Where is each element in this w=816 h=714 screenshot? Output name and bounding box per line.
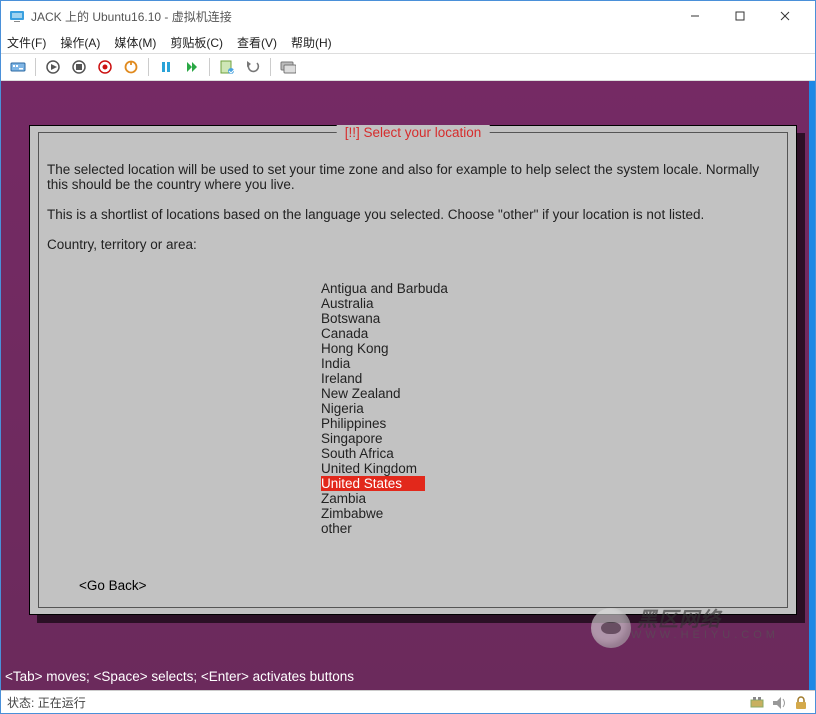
location-option[interactable]: Zimbabwe <box>321 506 779 521</box>
menu-clip[interactable]: 剪贴板(C) <box>170 34 223 51</box>
nic-icon <box>749 695 765 711</box>
location-option[interactable]: other <box>321 521 779 536</box>
location-option[interactable]: New Zealand <box>321 386 779 401</box>
menu-view[interactable]: 查看(V) <box>237 34 277 51</box>
location-option[interactable]: Ireland <box>321 371 779 386</box>
location-option[interactable]: Nigeria <box>321 401 779 416</box>
installer-dialog: [!!] Select your location The selected l… <box>29 125 797 615</box>
menu-action[interactable]: 操作(A) <box>60 34 100 51</box>
dialog-prompt: Country, territory or area: <box>47 237 197 252</box>
menu-help[interactable]: 帮助(H) <box>291 34 332 51</box>
dialog-para1: The selected location will be used to se… <box>47 162 763 192</box>
dialog-para2: This is a shortlist of locations based o… <box>47 207 704 222</box>
location-option[interactable]: United States <box>321 476 779 491</box>
turnoff-button[interactable] <box>68 56 90 78</box>
location-option[interactable]: United Kingdom <box>321 461 779 476</box>
location-option[interactable]: Australia <box>321 296 779 311</box>
close-button[interactable] <box>762 1 807 31</box>
menubar: 文件(F) 操作(A) 媒体(M) 剪贴板(C) 查看(V) 帮助(H) <box>1 31 815 53</box>
save-button[interactable] <box>120 56 142 78</box>
checkpoint-button[interactable] <box>216 56 238 78</box>
go-back-button[interactable]: <Go Back> <box>79 578 147 593</box>
location-option[interactable]: Antigua and Barbuda <box>321 281 779 296</box>
menu-media[interactable]: 媒体(M) <box>114 34 156 51</box>
location-option[interactable]: Hong Kong <box>321 341 779 356</box>
location-option[interactable]: Botswana <box>321 311 779 326</box>
reset-button[interactable] <box>181 56 203 78</box>
host-edge <box>809 81 815 690</box>
location-option[interactable]: India <box>321 356 779 371</box>
maximize-button[interactable] <box>717 1 762 31</box>
menu-file[interactable]: 文件(F) <box>7 34 46 51</box>
location-list[interactable]: Antigua and BarbudaAustraliaBotswanaCana… <box>321 281 779 536</box>
lock-icon <box>793 695 809 711</box>
minimize-button[interactable] <box>672 1 717 31</box>
enhanced-session-button[interactable] <box>277 56 299 78</box>
location-option[interactable]: Zambia <box>321 491 779 506</box>
location-option[interactable]: South Africa <box>321 446 779 461</box>
dialog-body: The selected location will be used to se… <box>47 147 779 566</box>
speaker-icon <box>771 695 787 711</box>
ctrl-alt-del-button[interactable] <box>7 56 29 78</box>
watermark-text: 黑区网络 <box>637 613 779 628</box>
window-title: JACK 上的 Ubuntu16.10 - 虚拟机连接 <box>31 8 232 25</box>
tui-hint: <Tab> moves; <Space> selects; <Enter> ac… <box>5 669 354 684</box>
pause-button[interactable] <box>155 56 177 78</box>
watermark-sub: WWW.HEIYU.COM <box>631 628 779 643</box>
status-value: 正在运行 <box>38 694 86 711</box>
statusbar: 状态: 正在运行 <box>1 690 815 714</box>
app-icon <box>9 8 25 24</box>
vm-display[interactable]: [!!] Select your location The selected l… <box>1 81 815 690</box>
location-option[interactable]: Canada <box>321 326 779 341</box>
status-label: 状态: <box>7 694 34 711</box>
watermark-logo: 黑区网络 WWW.HEIYU.COM <box>591 608 801 648</box>
location-option[interactable]: Singapore <box>321 431 779 446</box>
window-titlebar: JACK 上的 Ubuntu16.10 - 虚拟机连接 <box>1 1 815 31</box>
revert-button[interactable] <box>242 56 264 78</box>
location-option[interactable]: Philippines <box>321 416 779 431</box>
toolbar <box>1 53 815 81</box>
shutdown-button[interactable] <box>94 56 116 78</box>
start-button[interactable] <box>42 56 64 78</box>
dialog-title: [!!] Select your location <box>337 125 490 140</box>
